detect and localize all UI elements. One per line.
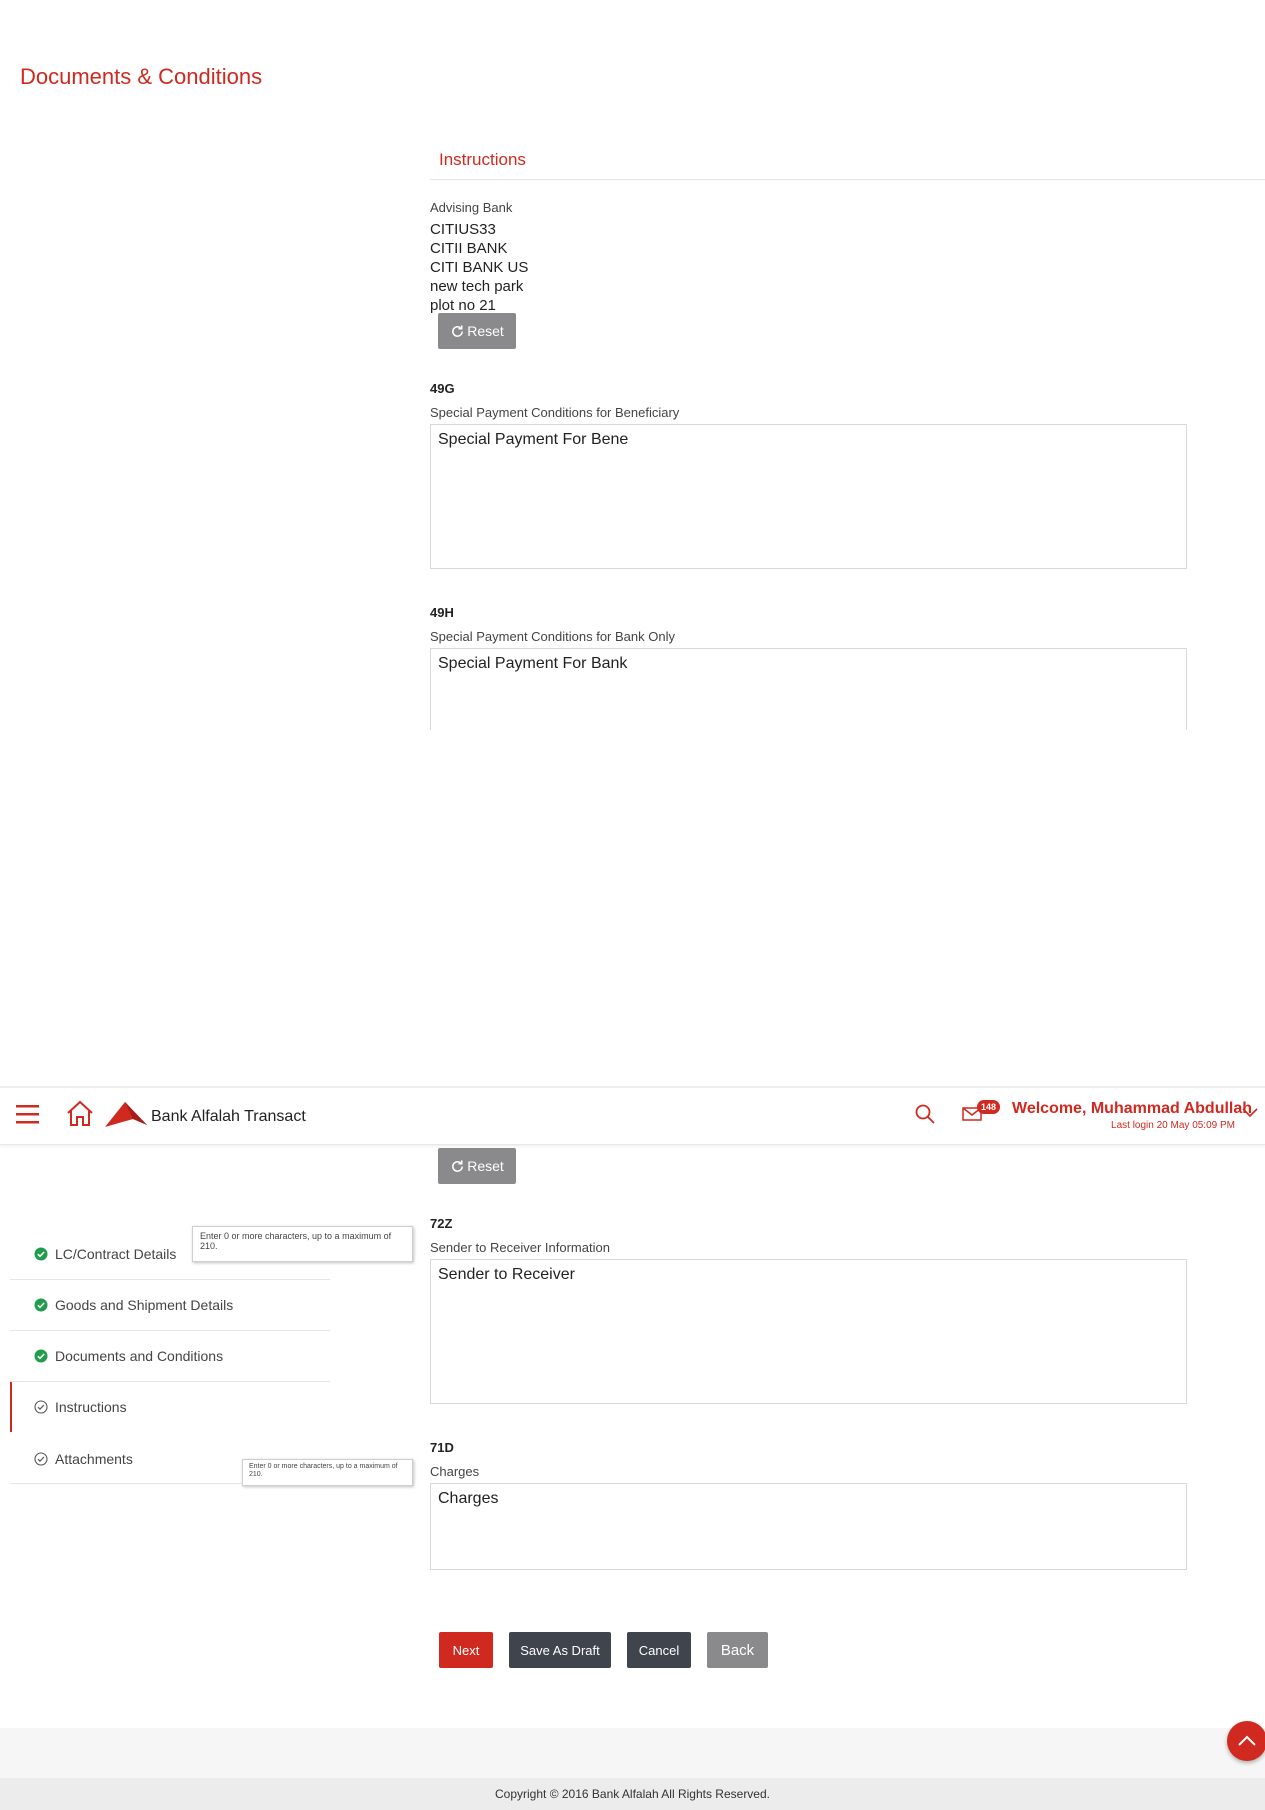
special-payment-beneficiary-textarea[interactable]: Special Payment For Bene [430,424,1187,569]
textarea-value: Special Payment For Bene [438,431,629,448]
check-outline-icon [34,1452,48,1466]
save-as-draft-button[interactable]: Save As Draft [509,1632,611,1668]
field-71d-code: 71D [430,1440,454,1455]
mail-count-badge: 148 [977,1100,1001,1114]
reset-label: Reset [467,1158,504,1174]
sidebar-item-label: Instructions [55,1399,127,1415]
sidebar-item-label: Documents and Conditions [55,1348,224,1364]
field-49g-code: 49G [430,381,455,396]
charges-textarea[interactable]: Charges [430,1483,1187,1570]
field-71d-label: Charges [430,1464,480,1479]
advising-bank-value: CITIUS33 CITII BANK CITI BANK US new tec… [430,220,528,315]
next-button[interactable]: Next [439,1632,493,1668]
check-circle-icon [34,1298,48,1312]
sidebar-item-label: Goods and Shipment Details [55,1297,234,1313]
bank-alfalah-logo-icon [105,1102,147,1127]
footer-band [0,1728,1265,1778]
sidebar-item-label: Attachments [55,1451,133,1467]
character-limit-tooltip: Enter 0 or more characters, up to a maxi… [192,1226,413,1262]
special-payment-bank-textarea[interactable]: Special Payment For Bank [430,648,1187,730]
footer: Copyright © 2016 Bank Alfalah All Rights… [0,1778,1265,1810]
sidebar-item-goods-shipment[interactable]: Goods and Shipment Details [10,1280,330,1330]
divider [430,179,1265,180]
advising-bank-line: CITIUS33 [430,221,496,238]
field-72z-label: Sender to Receiver Information [430,1240,610,1255]
character-limit-tooltip: Enter 0 or more characters, up to a maxi… [242,1459,413,1486]
check-outline-icon [34,1400,48,1414]
cancel-button[interactable]: Cancel [627,1632,691,1668]
field-72z-code: 72Z [430,1216,453,1231]
welcome-text[interactable]: Welcome, Muhammad Abdullah [1012,1100,1252,1118]
sender-to-receiver-textarea[interactable]: Sender to Receiver [430,1259,1187,1404]
field-49h-label: Special Payment Conditions for Bank Only [430,629,675,644]
sidebar-item-documents-conditions[interactable]: Documents and Conditions [10,1331,330,1381]
advising-bank-line: CITII BANK [430,240,508,257]
check-circle-icon [34,1247,48,1261]
page-title: Documents & Conditions [20,64,263,89]
app-header: Bank Alfalah Transact 148 Welcome, Muham… [0,1088,1265,1145]
search-icon[interactable] [914,1103,936,1125]
hamburger-menu-icon[interactable] [15,1102,41,1126]
sidebar-item-instructions[interactable]: Instructions [10,1382,330,1432]
back-button[interactable]: Back [707,1632,768,1668]
reset-button[interactable]: Reset [438,313,516,349]
reset-button[interactable]: Reset [438,1148,516,1184]
app-name: Bank Alfalah Transact [151,1108,306,1125]
reset-label: Reset [467,323,504,339]
copyright-text: Copyright © 2016 Bank Alfalah All Rights… [495,1787,770,1801]
instructions-heading: Instructions [439,150,526,169]
refresh-icon [452,1159,464,1172]
check-circle-icon [34,1349,48,1363]
scroll-to-top-button[interactable] [1227,1721,1265,1761]
home-icon[interactable] [65,1099,95,1127]
textarea-value: Charges [438,1490,499,1507]
refresh-icon [452,324,464,337]
sidebar-item-label: LC/Contract Details [55,1246,177,1262]
advising-bank-line: new tech park [430,278,524,295]
field-49g-label: Special Payment Conditions for Beneficia… [430,405,680,420]
field-49h-code: 49H [430,605,454,620]
chevron-down-icon[interactable] [1241,1106,1259,1118]
textarea-value: Sender to Receiver [438,1266,575,1283]
advising-bank-label: Advising Bank [430,200,513,215]
last-login-text: Last login 20 May 05:09 PM [1111,1120,1235,1131]
textarea-value: Special Payment For Bank [438,655,628,672]
advising-bank-line: CITI BANK US [430,259,529,276]
chevron-up-icon [1238,1735,1256,1746]
